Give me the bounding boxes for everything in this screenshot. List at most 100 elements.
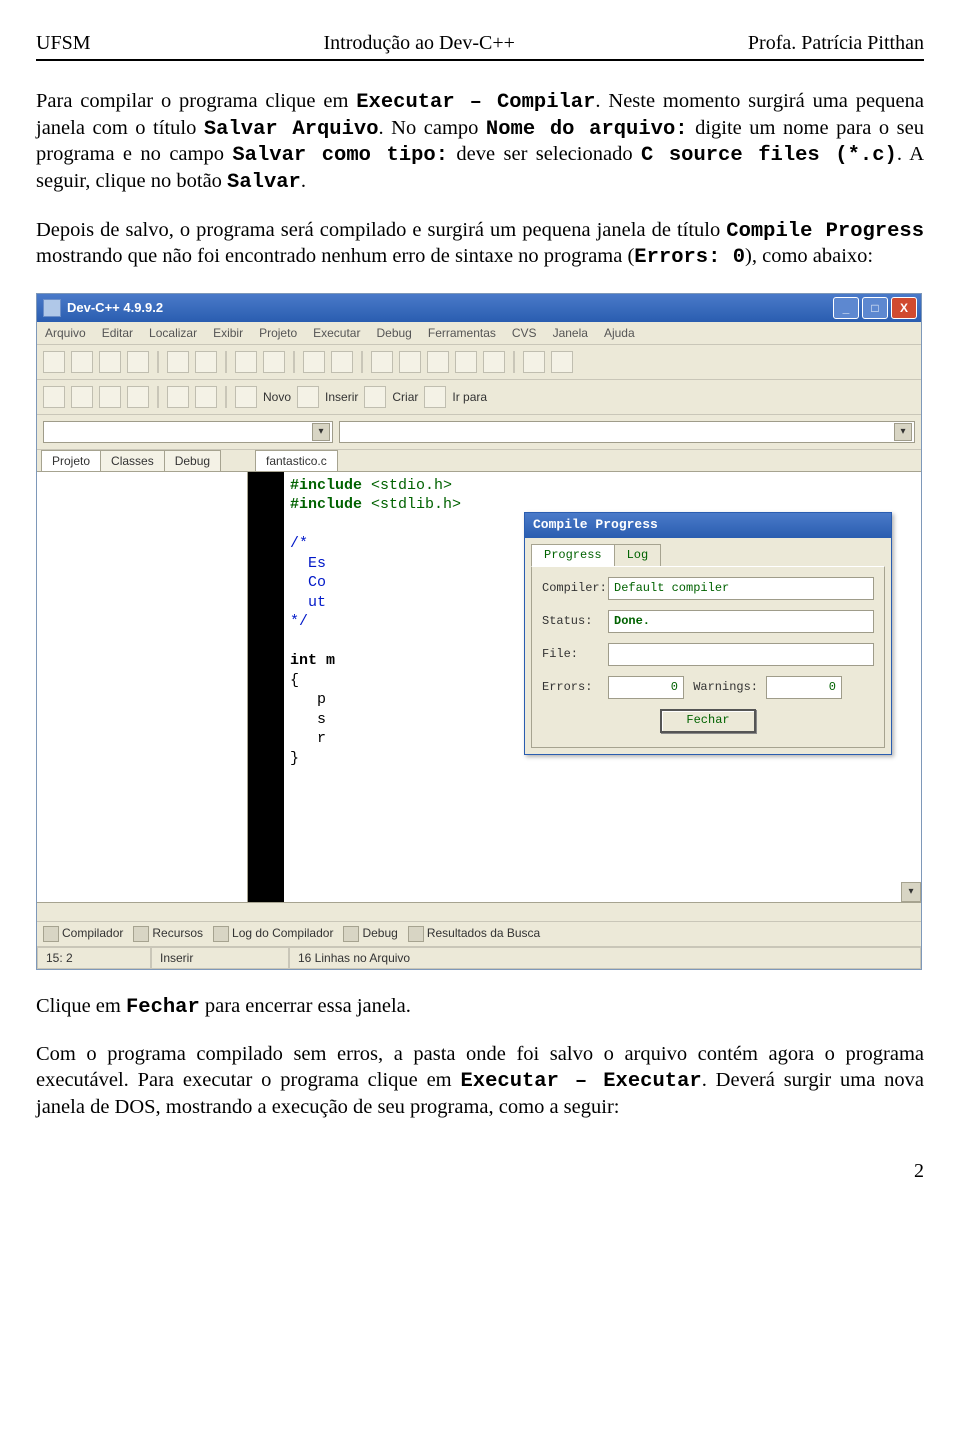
- bottom-tabs: Compilador Recursos Log do Compilador De…: [37, 921, 921, 946]
- tb-debug-icon[interactable]: [483, 351, 505, 373]
- tb-layout1-icon[interactable]: [43, 386, 65, 408]
- tb-save-icon[interactable]: [99, 351, 121, 373]
- tb-new-icon[interactable]: [43, 351, 65, 373]
- horizontal-scrollbar[interactable]: [37, 902, 921, 921]
- menu-bar: Arquivo Editar Localizar Exibir Projeto …: [37, 322, 921, 345]
- menu-editar[interactable]: Editar: [102, 326, 133, 340]
- menu-ferramentas[interactable]: Ferramentas: [428, 326, 496, 340]
- dialog-tab-progress[interactable]: Progress: [531, 544, 615, 567]
- header-left: UFSM: [36, 32, 90, 55]
- page-number: 2: [36, 1160, 924, 1183]
- tb-layout2-icon[interactable]: [71, 386, 93, 408]
- tab-debug[interactable]: Debug: [164, 450, 221, 471]
- separator-icon: [225, 351, 227, 373]
- menu-debug[interactable]: Debug: [376, 326, 411, 340]
- tb-misc-icon[interactable]: [523, 351, 545, 373]
- menu-cvs[interactable]: CVS: [512, 326, 537, 340]
- fechar-button[interactable]: Fechar: [660, 709, 755, 733]
- warnings-field: 0: [766, 676, 842, 699]
- irpara-label[interactable]: Ir para: [452, 390, 487, 404]
- log-icon: [213, 926, 229, 942]
- header-center: Introdução ao Dev-C++: [324, 32, 515, 55]
- separator-icon: [293, 351, 295, 373]
- work-area: ▴ #include <stdio.h> #include <stdlib.h>…: [37, 472, 921, 902]
- chevron-down-icon[interactable]: ▾: [894, 423, 912, 441]
- bottom-tab-compilador[interactable]: Compilador: [43, 926, 123, 942]
- menu-arquivo[interactable]: Arquivo: [45, 326, 86, 340]
- combo-2[interactable]: ▾: [339, 421, 915, 443]
- status-field: Done.: [608, 610, 874, 633]
- tb-compilerun-icon[interactable]: [427, 351, 449, 373]
- tb-redo-icon[interactable]: [263, 351, 285, 373]
- tb-close-icon[interactable]: [167, 351, 189, 373]
- menu-localizar[interactable]: Localizar: [149, 326, 197, 340]
- tb-about-icon[interactable]: [195, 386, 217, 408]
- menu-ajuda[interactable]: Ajuda: [604, 326, 635, 340]
- tb-help-icon[interactable]: [167, 386, 189, 408]
- irpara-icon[interactable]: [424, 386, 446, 408]
- tb-layout3-icon[interactable]: [99, 386, 121, 408]
- status-pos: 15: 2: [37, 947, 151, 969]
- minimize-button[interactable]: _: [833, 297, 859, 319]
- recursos-icon: [133, 926, 149, 942]
- file-label: File:: [542, 647, 600, 663]
- window-title: Dev-C++ 4.9.9.2: [67, 300, 163, 315]
- header-right: Profa. Patrícia Pitthan: [748, 32, 924, 55]
- errors-label: Errors:: [542, 680, 600, 696]
- criar-label[interactable]: Criar: [392, 390, 418, 404]
- combo-1[interactable]: ▾: [43, 421, 333, 443]
- bottom-tab-recursos[interactable]: Recursos: [133, 926, 203, 942]
- paragraph-3: Clique em Fechar para encerrar essa jane…: [36, 994, 924, 1021]
- tb-misc2-icon[interactable]: [551, 351, 573, 373]
- menu-exibir[interactable]: Exibir: [213, 326, 243, 340]
- tb-find-icon[interactable]: [303, 351, 325, 373]
- menu-executar[interactable]: Executar: [313, 326, 360, 340]
- tab-projeto[interactable]: Projeto: [41, 450, 101, 471]
- dialog-tab-log[interactable]: Log: [614, 544, 662, 567]
- project-tree[interactable]: [37, 472, 248, 902]
- tb-open-icon[interactable]: [71, 351, 93, 373]
- tb-rebuild-icon[interactable]: [455, 351, 477, 373]
- file-tab[interactable]: fantastico.c: [255, 450, 338, 471]
- tb-undo-icon[interactable]: [235, 351, 257, 373]
- close-button[interactable]: X: [891, 297, 917, 319]
- inserir-label[interactable]: Inserir: [325, 390, 358, 404]
- status-lines: 16 Linhas no Arquivo: [289, 947, 921, 969]
- menu-projeto[interactable]: Projeto: [259, 326, 297, 340]
- tab-classes[interactable]: Classes: [100, 450, 165, 471]
- dialog-title[interactable]: Compile Progress: [525, 513, 891, 538]
- status-bar: 15: 2 Inserir 16 Linhas no Arquivo: [37, 946, 921, 969]
- compiler-label: Compiler:: [542, 581, 600, 597]
- scroll-down-icon[interactable]: ▾: [901, 882, 921, 902]
- tb-replace-icon[interactable]: [331, 351, 353, 373]
- header-rule: [36, 59, 924, 61]
- app-icon: [43, 299, 61, 317]
- novo-icon[interactable]: [235, 386, 257, 408]
- compiler-field: Default compiler: [608, 577, 874, 600]
- tab-row: Projeto Classes Debug fantastico.c: [37, 450, 921, 472]
- bottom-tab-debug[interactable]: Debug: [343, 926, 397, 942]
- editor-gutter: [248, 472, 284, 902]
- novo-label[interactable]: Novo: [263, 390, 291, 404]
- criar-icon[interactable]: [364, 386, 386, 408]
- busca-icon: [408, 926, 424, 942]
- debug-icon: [343, 926, 359, 942]
- tb-print-icon[interactable]: [195, 351, 217, 373]
- inserir-icon[interactable]: [297, 386, 319, 408]
- warnings-label: Warnings:: [692, 680, 758, 696]
- separator-icon: [225, 386, 227, 408]
- maximize-button[interactable]: □: [862, 297, 888, 319]
- errors-field: 0: [608, 676, 684, 699]
- tb-run-icon[interactable]: [399, 351, 421, 373]
- tb-saveall-icon[interactable]: [127, 351, 149, 373]
- bottom-tab-log[interactable]: Log do Compilador: [213, 926, 333, 942]
- titlebar[interactable]: Dev-C++ 4.9.9.2 _ □ X: [37, 294, 921, 322]
- status-ins: Inserir: [151, 947, 289, 969]
- code-editor[interactable]: #include <stdio.h> #include <stdlib.h> /…: [284, 472, 921, 773]
- bottom-tab-busca[interactable]: Resultados da Busca: [408, 926, 540, 942]
- chevron-down-icon[interactable]: ▾: [312, 423, 330, 441]
- tb-layout4-icon[interactable]: [127, 386, 149, 408]
- separator-icon: [157, 386, 159, 408]
- menu-janela[interactable]: Janela: [553, 326, 588, 340]
- tb-compile-icon[interactable]: [371, 351, 393, 373]
